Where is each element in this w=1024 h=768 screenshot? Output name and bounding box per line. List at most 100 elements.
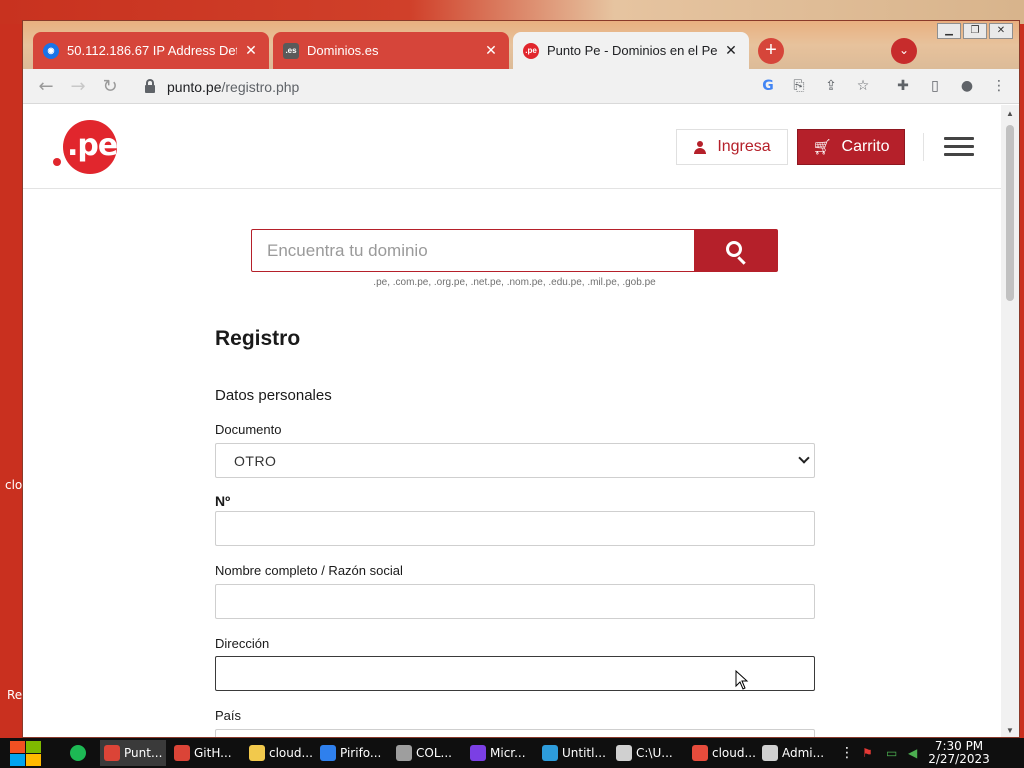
app-icon xyxy=(174,745,190,761)
browser-toolbar: ← → ↻ punto.pe/registro.php G ⎘ ⇪ ☆ ✚ ▯ … xyxy=(23,69,1019,104)
punto-pe-favicon-icon: .pe xyxy=(523,42,539,59)
search-button[interactable] xyxy=(694,230,777,271)
tab-title: 50.112.186.67 IP Address Deta xyxy=(67,43,237,58)
taskbar-item[interactable]: Micr... xyxy=(466,740,534,766)
minimize-button[interactable]: ▁ xyxy=(937,23,961,39)
window-controls: ▁ ❐ ✕ xyxy=(937,23,1013,39)
nombre-field[interactable] xyxy=(215,584,815,619)
taskbar-item[interactable]: GitH... xyxy=(170,740,242,766)
pais-select[interactable] xyxy=(215,729,815,737)
direccion-field[interactable] xyxy=(215,656,815,691)
taskbar-item[interactable]: cloud... xyxy=(688,740,756,766)
page-scrollbar[interactable]: ▲ ▼ xyxy=(1001,105,1019,737)
tab-punto-pe[interactable]: .pe Punto Pe - Dominios en el Perú ✕ xyxy=(513,32,749,69)
spotify-icon xyxy=(70,745,86,761)
taskbar-item[interactable]: cloud... xyxy=(245,740,313,766)
taskbar-item[interactable]: Untitl... xyxy=(538,740,608,766)
cart-icon: 🛒︎ xyxy=(812,138,832,156)
domain-extensions-list: .pe, .com.pe, .org.pe, .net.pe, .nom.pe,… xyxy=(373,277,656,288)
direccion-label: Dirección xyxy=(215,636,270,651)
volume-icon[interactable]: ◀ xyxy=(904,740,921,766)
network-icon[interactable]: ▭ xyxy=(882,740,901,766)
spotify-taskbar-icon[interactable] xyxy=(66,740,94,766)
translate-icon[interactable]: ⎘ xyxy=(789,76,809,96)
desktop-background-left xyxy=(0,24,22,738)
tab-search-chevron-icon[interactable]: ⌄ xyxy=(891,38,917,64)
reload-icon[interactable]: ↻ xyxy=(99,76,121,98)
scroll-up-icon[interactable]: ▲ xyxy=(1005,109,1015,118)
domain-search-box xyxy=(251,229,778,272)
taskbar-item-label: Pirifo... xyxy=(340,746,382,760)
url-text[interactable]: punto.pe/registro.php xyxy=(167,79,299,95)
close-icon[interactable]: ✕ xyxy=(243,42,259,59)
url-host: punto.pe xyxy=(167,79,222,95)
domain-search-input[interactable] xyxy=(252,230,694,271)
close-window-button[interactable]: ✕ xyxy=(989,23,1013,39)
documento-value: OTRO xyxy=(234,452,277,469)
hamburger-menu-icon[interactable] xyxy=(944,137,974,157)
overflow-menu-icon[interactable]: ⋮ xyxy=(836,740,858,766)
scroll-down-icon[interactable]: ▼ xyxy=(1005,726,1015,735)
browser-window: ▁ ❐ ✕ ◉ 50.112.186.67 IP Address Deta ✕ … xyxy=(22,20,1020,738)
tab-ip-address[interactable]: ◉ 50.112.186.67 IP Address Deta ✕ xyxy=(33,32,269,69)
close-icon[interactable]: ✕ xyxy=(723,42,739,59)
taskbar-item-label: Punt... xyxy=(124,746,163,760)
app-icon xyxy=(470,745,486,761)
numero-field[interactable] xyxy=(215,511,815,546)
app-icon xyxy=(542,745,558,761)
dominios-es-favicon-icon: .es xyxy=(283,42,299,59)
registration-form: Registro Datos personales Documento OTRO… xyxy=(215,327,815,737)
side-panel-icon[interactable]: ▯ xyxy=(925,76,945,96)
app-icon xyxy=(762,745,778,761)
app-icon xyxy=(396,745,412,761)
profile-avatar-icon[interactable]: ● xyxy=(957,76,977,96)
taskbar-item[interactable]: Punt... xyxy=(100,740,166,766)
flag-icon[interactable]: ⚑ xyxy=(858,740,877,766)
taskbar-item-label: Micr... xyxy=(490,746,526,760)
taskbar-item[interactable]: Admi... xyxy=(758,740,828,766)
windows-start-icon[interactable] xyxy=(8,740,42,766)
kebab-menu-icon[interactable]: ⋮ xyxy=(989,76,1009,96)
taskbar-item-label: COL... xyxy=(416,746,452,760)
google-lens-icon[interactable]: G xyxy=(758,76,778,96)
forward-arrow-icon[interactable]: → xyxy=(67,76,89,98)
bookmark-star-icon[interactable]: ☆ xyxy=(853,76,873,96)
tab-strip: ▁ ❐ ✕ ◉ 50.112.186.67 IP Address Deta ✕ … xyxy=(23,21,1019,69)
documento-select[interactable]: OTRO xyxy=(215,443,815,478)
taskbar-item-label: Untitl... xyxy=(562,746,606,760)
mouse-cursor-icon xyxy=(735,669,749,690)
taskbar: Punt... GitH... cloud... Pirifo... COL... Mic… xyxy=(0,738,1024,768)
taskbar-item[interactable]: Pirifo... xyxy=(316,740,388,766)
new-tab-button[interactable]: + xyxy=(758,38,784,64)
tab-dominios-es[interactable]: .es Dominios.es ✕ xyxy=(273,32,509,69)
tab-title: Punto Pe - Dominios en el Perú xyxy=(547,43,717,58)
web-page: .pe Ingresa 🛒︎ Carrito .pe, .com.pe, .or… xyxy=(23,105,1003,737)
back-arrow-icon[interactable]: ← xyxy=(35,76,57,98)
cart-button[interactable]: 🛒︎ Carrito xyxy=(797,129,905,165)
nombre-label: Nombre completo / Razón social xyxy=(215,563,403,578)
taskbar-item[interactable]: C:\U... xyxy=(612,740,684,766)
close-icon[interactable]: ✕ xyxy=(483,42,499,59)
desktop-icon-label[interactable]: clo xyxy=(5,478,22,492)
pais-label: País xyxy=(215,708,242,723)
lock-icon[interactable] xyxy=(145,79,155,93)
taskbar-item-label: cloud... xyxy=(269,746,313,760)
restore-button[interactable]: ❐ xyxy=(963,23,987,39)
share-icon[interactable]: ⇪ xyxy=(821,76,841,96)
desktop-icon-label[interactable]: Re xyxy=(7,688,22,702)
login-button[interactable]: Ingresa xyxy=(676,129,788,165)
desktop-background-right xyxy=(1020,24,1024,738)
taskbar-item-label: Admi... xyxy=(782,746,825,760)
taskbar-item[interactable]: COL... xyxy=(392,740,462,766)
taskbar-item-label: GitH... xyxy=(194,746,232,760)
scrollbar-thumb[interactable] xyxy=(1006,125,1014,301)
header-divider xyxy=(923,133,924,161)
system-clock[interactable]: 7:30 PM 2/27/2023 xyxy=(922,740,996,766)
numero-label: Nº xyxy=(215,493,231,509)
url-path: /registro.php xyxy=(221,79,300,95)
punto-pe-logo[interactable]: .pe xyxy=(53,120,119,174)
extensions-puzzle-icon[interactable]: ✚ xyxy=(893,76,913,96)
taskbar-item-label: C:\U... xyxy=(636,746,673,760)
app-icon xyxy=(692,745,708,761)
app-icon xyxy=(104,745,120,761)
